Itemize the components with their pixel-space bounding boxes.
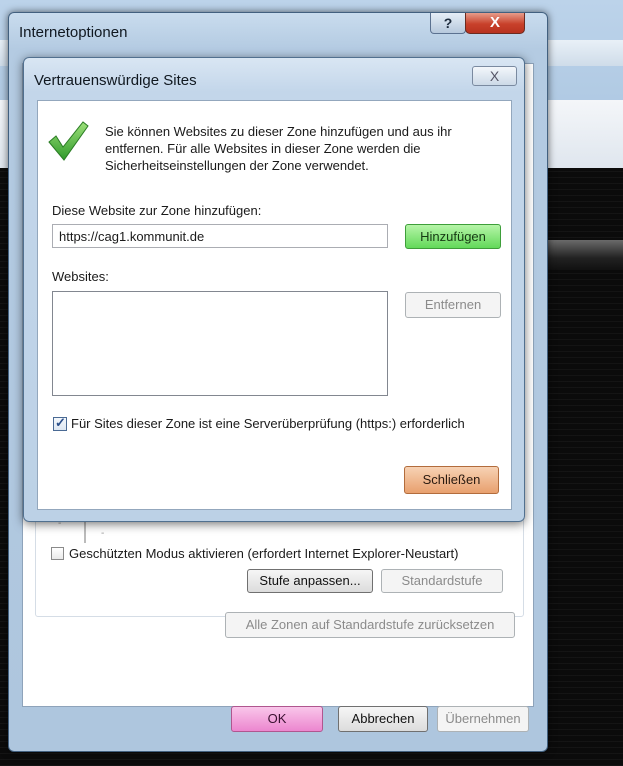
trusted-sites-info-text: Sie können Websites zu dieser Zone hinzu… xyxy=(105,124,452,173)
protected-mode-label: Geschützten Modus aktivieren (erfordert … xyxy=(69,546,459,561)
custom-level-button[interactable]: Stufe anpassen... xyxy=(247,569,373,593)
protected-mode-checkbox[interactable] xyxy=(51,547,64,560)
https-required-label: Für Sites dieser Zone ist eine Serverübe… xyxy=(71,416,465,431)
slider-tick-mark: - xyxy=(101,528,105,539)
reset-all-zones-button[interactable]: Alle Zonen auf Standardstufe zurücksetze… xyxy=(225,612,515,638)
website-url-input[interactable] xyxy=(52,224,388,248)
help-button[interactable]: ? xyxy=(430,13,466,34)
internet-options-dialog: Internetoptionen ? X - - Geschützten Mod… xyxy=(8,12,548,752)
checkbox-tick-icon: ✓ xyxy=(55,415,66,430)
trusted-sites-title: Vertrauenswürdige Sites xyxy=(34,72,197,89)
internet-options-close-button[interactable]: X xyxy=(465,13,525,34)
https-required-checkbox[interactable]: ✓ xyxy=(53,415,67,431)
add-website-button[interactable]: Hinzufügen xyxy=(405,224,501,249)
ok-button[interactable]: OK xyxy=(231,706,323,732)
apply-button[interactable]: Übernehmen xyxy=(437,706,529,732)
websites-list[interactable] xyxy=(52,291,388,396)
checkmark-icon xyxy=(48,121,89,161)
close-button[interactable]: Schließen xyxy=(404,466,499,494)
internet-options-title: Internetoptionen xyxy=(19,24,128,41)
trusted-sites-close-button[interactable]: X xyxy=(472,66,517,86)
add-website-label: Diese Website zur Zone hinzufügen: xyxy=(52,203,262,218)
remove-website-button[interactable]: Entfernen xyxy=(405,292,501,318)
trusted-sites-dialog: Vertrauenswürdige Sites X Sie können Web… xyxy=(23,57,525,522)
websites-label: Websites: xyxy=(52,269,109,284)
default-level-button[interactable]: Standardstufe xyxy=(381,569,503,593)
cancel-button[interactable]: Abbrechen xyxy=(338,706,428,732)
